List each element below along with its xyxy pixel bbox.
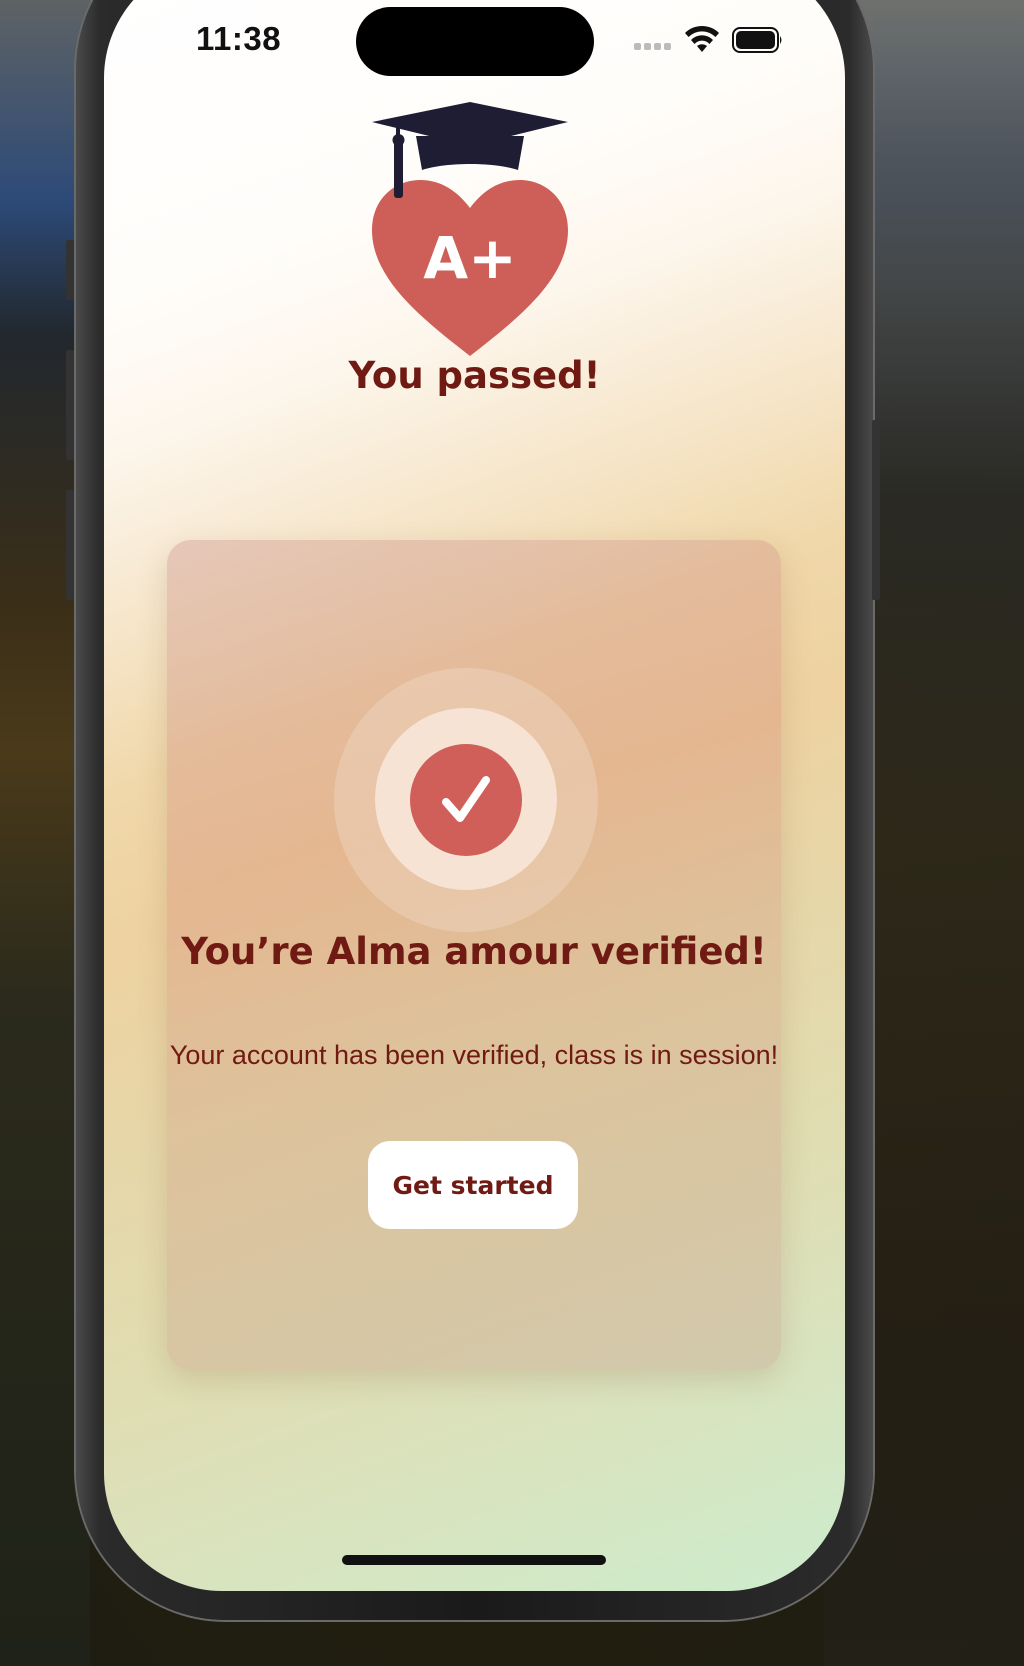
status-bar: 11:38: [104, 0, 845, 90]
cellular-signal-icon: [634, 43, 676, 51]
checkmark-icon: [442, 776, 490, 822]
verified-title: You’re Alma amour verified!: [181, 930, 767, 973]
app-content: 11:38 A+ You passed! You’re Alma amour v…: [104, 0, 845, 1591]
home-indicator[interactable]: [342, 1555, 606, 1565]
get-started-button[interactable]: Get started: [368, 1141, 578, 1229]
status-time: 11:38: [196, 20, 282, 57]
passed-title: You passed!: [348, 354, 601, 397]
a-plus-grade-mark: A+: [423, 224, 517, 292]
dynamic-island: [356, 7, 594, 76]
phone-side-button-volume-up: [66, 350, 74, 460]
phone-side-button-volume-down: [66, 490, 74, 600]
wifi-icon: [685, 25, 719, 52]
phone-screen: 11:38 A+ You passed! You’re Alma amour v…: [104, 0, 845, 1591]
battery-icon: [732, 27, 782, 53]
phone-side-button-mute: [66, 240, 74, 300]
phone-side-button-power: [872, 420, 880, 600]
verified-subtitle: Your account has been verified, class is…: [169, 1040, 779, 1070]
graduation-cap-heart-a-plus-icon: A+: [372, 102, 568, 356]
verification-card: You’re Alma amour verified! Your account…: [167, 540, 781, 1370]
